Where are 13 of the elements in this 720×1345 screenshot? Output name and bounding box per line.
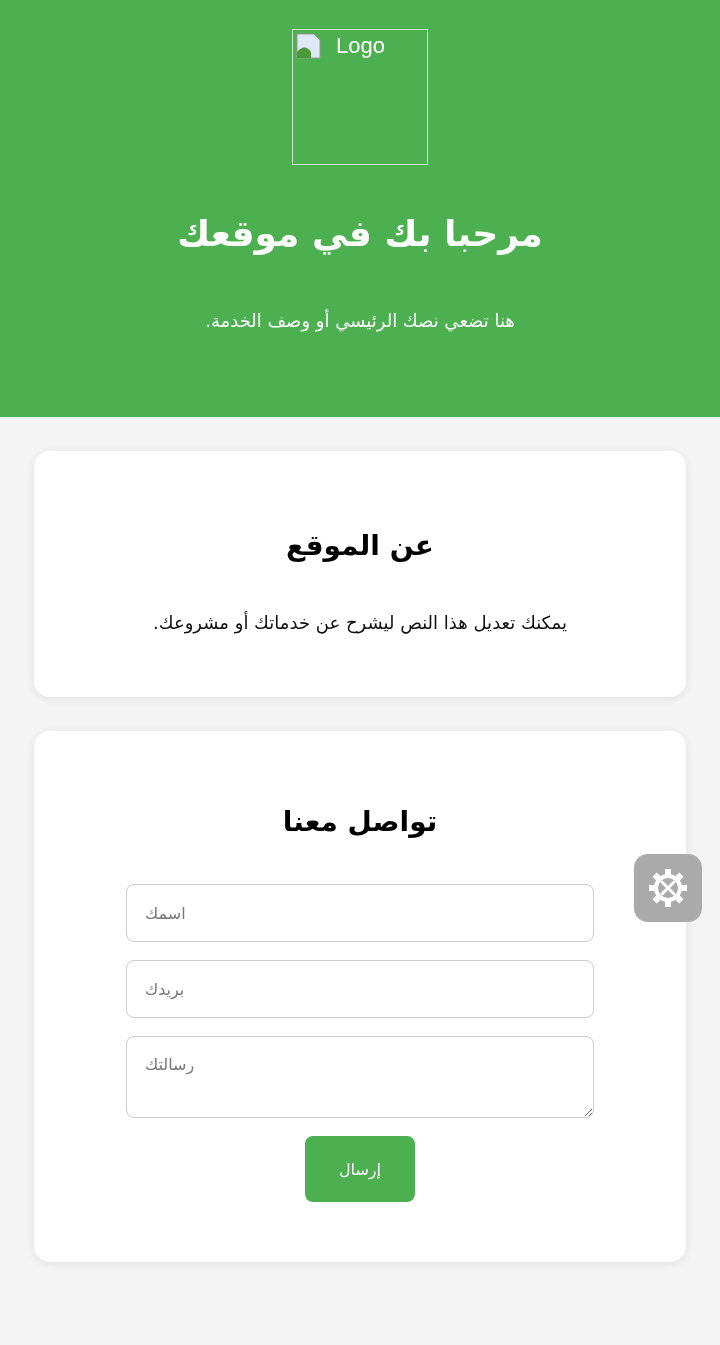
- settings-button[interactable]: [634, 854, 702, 922]
- settings-icon: [648, 868, 688, 908]
- input-field[interactable]: اسمك: [126, 884, 594, 942]
- message-field[interactable]: رسالتك: [126, 1036, 594, 1118]
- card-title: عن الموقع: [286, 529, 434, 562]
- page-title: مرحبا بك في موقعك: [177, 213, 543, 254]
- submit-button[interactable]: إرسال: [305, 1136, 415, 1202]
- broken-image-icon: [296, 33, 322, 59]
- page-subtitle: هنا تضعي نصك الرئيسي أو وصف الخدمة.: [205, 310, 515, 331]
- card-title: تواصل معنا: [282, 805, 438, 838]
- card-text: يمكنك تعديل هذا النص ليشرح عن خدماتك أو مشروعك.: [153, 612, 567, 633]
- input-field[interactable]: بريدك: [126, 960, 594, 1018]
- logo-alt-text: Logo: [336, 33, 385, 59]
